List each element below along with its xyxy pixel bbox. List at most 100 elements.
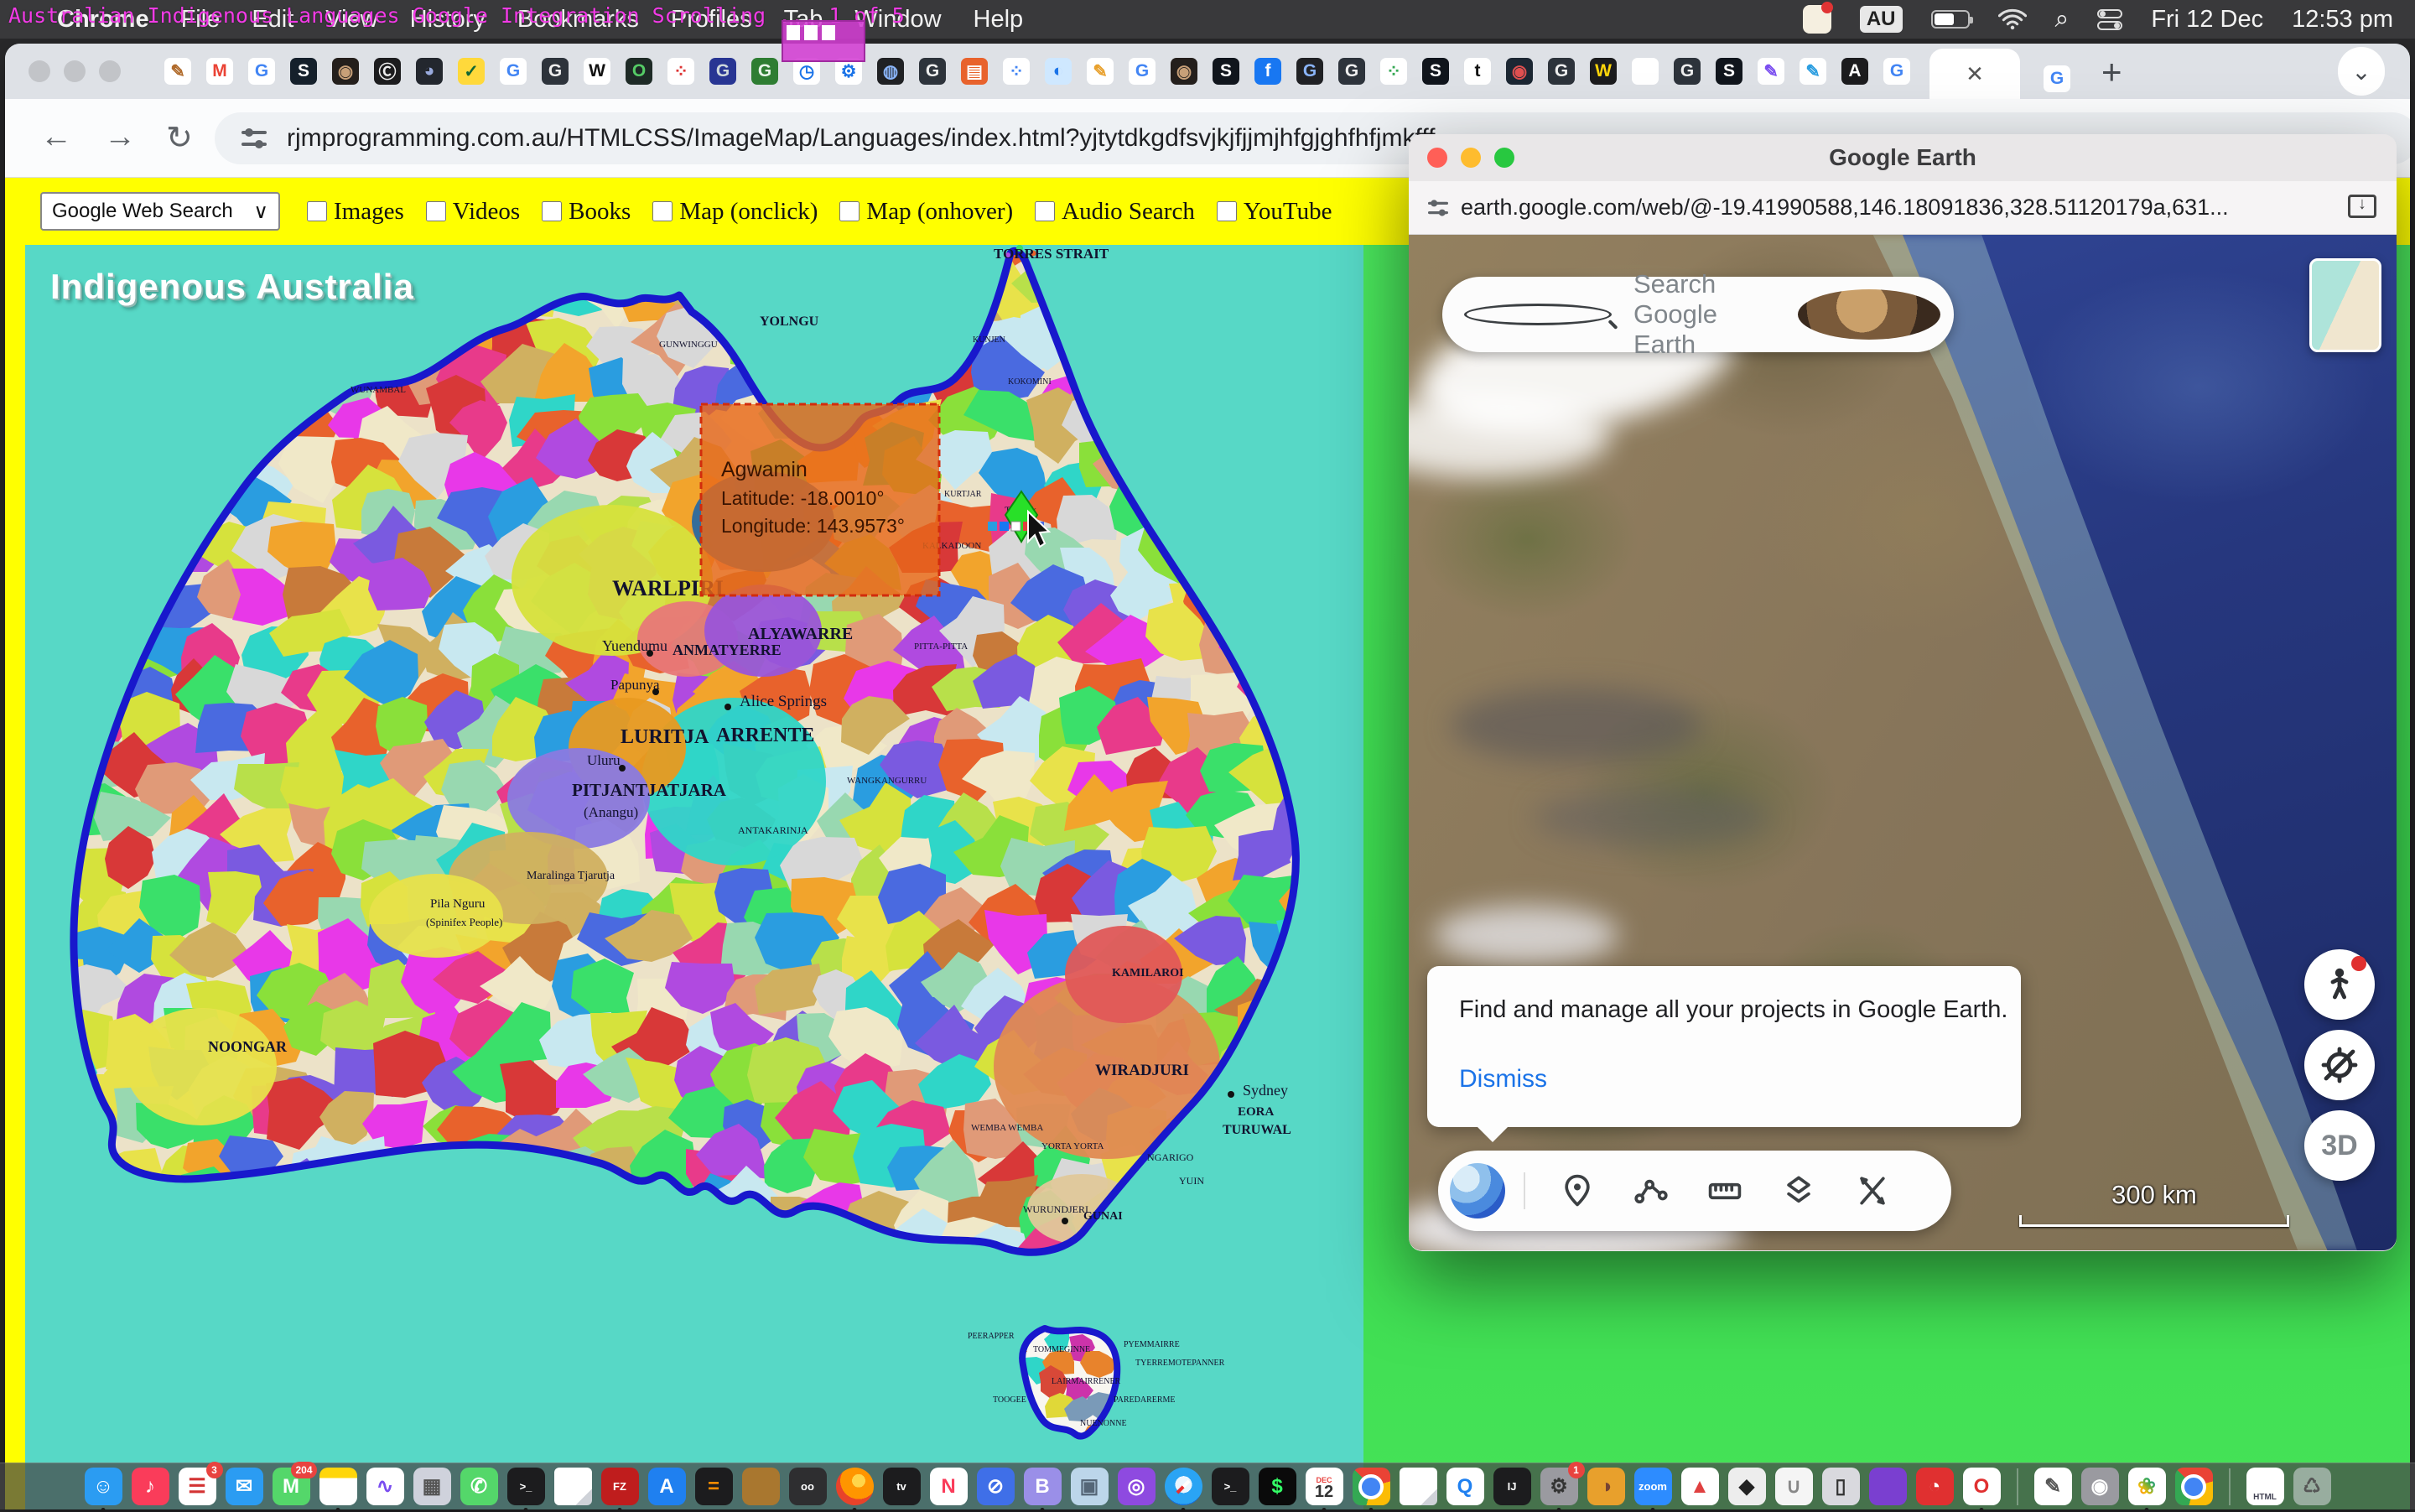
dock-item-launchpad[interactable]: ▦ xyxy=(413,1468,451,1505)
checkbox-map-onhover-[interactable]: Map (onhover) xyxy=(839,198,1013,226)
ge-search-bar[interactable]: Search Google Earth xyxy=(1442,277,1954,352)
checkbox-audio-search[interactable]: Audio Search xyxy=(1035,198,1195,226)
overview-minimap[interactable] xyxy=(2309,258,2381,352)
close-tab-icon[interactable]: ✕ xyxy=(1966,61,1984,87)
dock-item-calendar[interactable]: DEC12 xyxy=(1306,1468,1343,1505)
forward-button[interactable]: → xyxy=(104,119,136,155)
tab-google[interactable]: G xyxy=(2028,55,2086,94)
map-svg-host[interactable]: TORRES STRAITYOLNGUGUNWINGGUWUNAMBALKUNJ… xyxy=(25,245,1363,1509)
status-app-icon[interactable] xyxy=(1803,5,1831,34)
pinned-tab[interactable]: S xyxy=(1422,58,1449,85)
checkbox-videos[interactable]: Videos xyxy=(426,198,520,226)
pinned-tab[interactable]: G xyxy=(709,58,736,85)
pinned-tab[interactable]: S xyxy=(1213,58,1239,85)
dock-item-chrome-2[interactable] xyxy=(2175,1468,2213,1505)
pinned-tab[interactable]: G xyxy=(751,58,778,85)
dock-item-photos[interactable] xyxy=(2128,1468,2166,1505)
path-icon[interactable] xyxy=(1614,1172,1688,1209)
ruler-icon[interactable] xyxy=(1688,1172,1762,1209)
wifi-icon[interactable] xyxy=(1998,8,2027,30)
google-earth-logo-icon[interactable] xyxy=(1450,1163,1505,1218)
dock-item-appcode[interactable]: ▲ xyxy=(1681,1468,1719,1505)
pegman-button[interactable] xyxy=(2304,949,2375,1020)
menu-time[interactable]: 12:53 pm xyxy=(2292,6,2393,34)
dock-item-music[interactable]: ♪ xyxy=(132,1468,169,1505)
pinned-tab[interactable]: ⁘ xyxy=(667,58,694,85)
dock-item-firefox[interactable] xyxy=(836,1468,874,1505)
dock-item-accessibility[interactable]: ◉ xyxy=(2081,1468,2119,1505)
pinned-tab[interactable]: S xyxy=(1716,58,1742,85)
dock-item-app-store[interactable]: A xyxy=(648,1468,686,1505)
pinned-tab[interactable]: ◉ xyxy=(1171,58,1197,85)
zoom-button[interactable] xyxy=(1494,148,1514,168)
pinned-tab[interactable]: G xyxy=(1883,58,1910,85)
my-location-button[interactable] xyxy=(2304,1030,2375,1100)
pinned-tab[interactable]: G xyxy=(542,58,569,85)
ge-site-settings-icon[interactable] xyxy=(1426,196,1449,219)
dock-item-draw-app[interactable]: ✎ xyxy=(2034,1468,2072,1505)
ge-address-bar[interactable]: earth.google.com/web/@-19.41990588,146.1… xyxy=(1409,181,2397,235)
pinned-tab[interactable]: ✎ xyxy=(1087,58,1114,85)
dock-item-gamepad[interactable]: oo xyxy=(789,1468,827,1505)
reload-button[interactable]: ↻ xyxy=(166,119,193,157)
minimize-button[interactable] xyxy=(1461,148,1481,168)
pinned-tab[interactable]: G xyxy=(248,58,275,85)
dock-item-chrome[interactable] xyxy=(1353,1468,1390,1505)
dock-item-notes[interactable] xyxy=(319,1468,357,1505)
pinned-tab[interactable]: ▤ xyxy=(961,58,988,85)
dock-item-news[interactable]: N xyxy=(930,1468,968,1505)
checkbox-input[interactable] xyxy=(307,201,327,221)
input-source-badge[interactable]: AU xyxy=(1860,6,1903,33)
dock-item-podcasts[interactable]: ◎ xyxy=(1118,1468,1156,1505)
checkbox-books[interactable]: Books xyxy=(542,198,631,226)
pinned-tab[interactable]: ◐ xyxy=(1045,58,1072,85)
pinned-tab[interactable]: G xyxy=(500,58,527,85)
pinned-tab[interactable]: O xyxy=(626,58,652,85)
dock-item-terminal[interactable]: >_ xyxy=(507,1468,545,1505)
pinned-tab[interactable]: ✎ xyxy=(1800,58,1826,85)
pinned-tab[interactable] xyxy=(1632,58,1659,85)
back-button[interactable]: ← xyxy=(40,119,72,155)
pinned-tab[interactable]: M xyxy=(206,58,233,85)
control-center-icon[interactable] xyxy=(2097,9,2122,30)
pinned-tab[interactable]: ✓ xyxy=(458,58,485,85)
dock-item-reminders[interactable]: ☰3 xyxy=(179,1468,216,1505)
indigenous-map[interactable]: Indigenous Australia TORRES STRAITYOLNGU… xyxy=(25,245,1363,1509)
profile-avatar[interactable] xyxy=(1798,289,1940,340)
pinned-tab[interactable]: ◉ xyxy=(1506,58,1533,85)
pinned-tab[interactable]: ✎ xyxy=(164,58,191,85)
dock-item-facetime[interactable]: ✆ xyxy=(460,1468,498,1505)
dock-item-iphone-mirroring[interactable]: ▯ xyxy=(1822,1468,1860,1505)
ge-map-view[interactable]: Search Google Earth Find and manage all … xyxy=(1409,235,2397,1250)
dock-item-briefcase[interactable] xyxy=(742,1468,780,1505)
tab-search-button[interactable]: ⌄ xyxy=(2338,47,2385,96)
pinned-tab[interactable]: ✎ xyxy=(1758,58,1784,85)
window-controls[interactable] xyxy=(29,60,121,82)
dock-item-speedometer[interactable]: ◔ xyxy=(1916,1468,1954,1505)
checkbox-input[interactable] xyxy=(1035,201,1055,221)
3d-button[interactable]: 3D xyxy=(2304,1110,2375,1181)
dock-item-mail[interactable]: ✉ xyxy=(226,1468,263,1505)
site-settings-icon[interactable] xyxy=(240,124,268,153)
pinned-tab[interactable]: f xyxy=(1254,58,1281,85)
battery-icon[interactable] xyxy=(1931,10,1970,29)
checkbox-input[interactable] xyxy=(652,201,673,221)
search-type-select[interactable]: Google Web Search∨ xyxy=(40,192,280,231)
dock-item-tooth-app[interactable]: ∪ xyxy=(1775,1468,1813,1505)
pinned-tab[interactable]: G xyxy=(1296,58,1323,85)
dock-item-zoom[interactable]: zoom xyxy=(1634,1468,1672,1505)
pinned-tab[interactable]: G xyxy=(1674,58,1701,85)
checkbox-input[interactable] xyxy=(542,201,562,221)
spotlight-icon[interactable]: ⌕ xyxy=(2055,5,2070,34)
style-tools-icon[interactable] xyxy=(1836,1172,1909,1209)
checkbox-images[interactable]: Images xyxy=(307,198,404,226)
dock-item-blocked-app[interactable]: ⊘ xyxy=(977,1468,1015,1505)
pinned-tab[interactable]: G xyxy=(919,58,946,85)
pinned-tab[interactable]: ◍ xyxy=(877,58,904,85)
pinned-tab[interactable]: ⁘ xyxy=(1380,58,1407,85)
dock-item-finder[interactable]: ☺ xyxy=(85,1468,122,1505)
dock-item-intellij[interactable]: IJ xyxy=(1493,1468,1531,1505)
close-button[interactable] xyxy=(1427,148,1447,168)
dock-item-calculator[interactable]: = xyxy=(695,1468,733,1505)
dock-item-textedit-2[interactable] xyxy=(1400,1468,1437,1505)
